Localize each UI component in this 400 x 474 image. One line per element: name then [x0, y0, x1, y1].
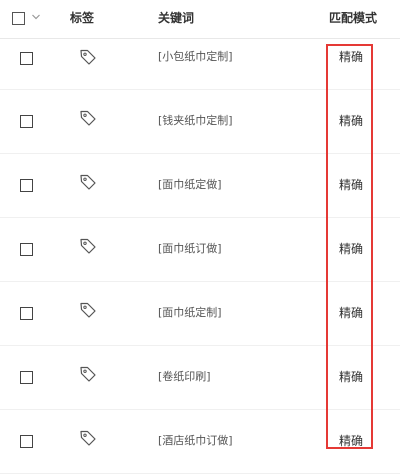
keyword-text: [卷纸印刷]: [158, 370, 211, 383]
tag-icon[interactable]: [79, 109, 97, 127]
table-row: [面巾纸定做] 精确: [0, 154, 400, 218]
tag-icon[interactable]: [79, 48, 97, 66]
table-row: [面巾纸定制] 精确: [0, 282, 400, 346]
row-checkbox[interactable]: [20, 243, 33, 256]
match-mode-text: 精确: [339, 50, 364, 64]
keyword-text: [酒店纸巾订做]: [158, 434, 233, 447]
keyword-text: [面巾纸定做]: [158, 178, 222, 191]
column-header-tag: 标签: [70, 11, 95, 25]
match-mode-text: 精确: [339, 370, 364, 384]
table-row: [钱夹纸巾定制] 精确: [0, 90, 400, 154]
row-checkbox[interactable]: [20, 52, 33, 65]
row-checkbox[interactable]: [20, 179, 33, 192]
column-header-match-mode: 匹配模式: [329, 11, 378, 25]
tag-icon[interactable]: [79, 429, 97, 447]
match-mode-text: 精确: [339, 242, 364, 256]
match-mode-text: 精确: [339, 114, 364, 128]
row-checkbox[interactable]: [20, 307, 33, 320]
tag-icon[interactable]: [79, 173, 97, 191]
keyword-text: [钱夹纸巾定制]: [158, 114, 233, 127]
tag-icon[interactable]: [79, 301, 97, 319]
table-row: [酒店纸巾订做] 精确: [0, 410, 400, 474]
table-row: [面巾纸订做] 精确: [0, 218, 400, 282]
match-mode-text: 精确: [339, 434, 364, 448]
select-all-checkbox[interactable]: [12, 12, 25, 25]
row-checkbox[interactable]: [20, 115, 33, 128]
chevron-down-icon[interactable]: [31, 12, 41, 22]
match-mode-text: 精确: [339, 178, 364, 192]
match-mode-text: 精确: [339, 306, 364, 320]
row-checkbox[interactable]: [20, 435, 33, 448]
tag-icon[interactable]: [79, 237, 97, 255]
tag-icon[interactable]: [79, 365, 97, 383]
keyword-table-body: [小包纸巾定制] 精确 [钱夹纸巾定制] 精确 [面巾纸定做] 精确 [面巾纸订…: [0, 39, 400, 474]
keyword-text: [面巾纸订做]: [158, 242, 222, 255]
keyword-text: [小包纸巾定制]: [158, 50, 233, 63]
keyword-text: [面巾纸定制]: [158, 306, 222, 319]
table-header: 标签 关键词 匹配模式: [0, 0, 400, 39]
table-row: [小包纸巾定制] 精确: [0, 39, 400, 90]
table-row: [卷纸印刷] 精确: [0, 346, 400, 410]
column-header-keyword: 关键词: [158, 11, 195, 25]
row-checkbox[interactable]: [20, 371, 33, 384]
